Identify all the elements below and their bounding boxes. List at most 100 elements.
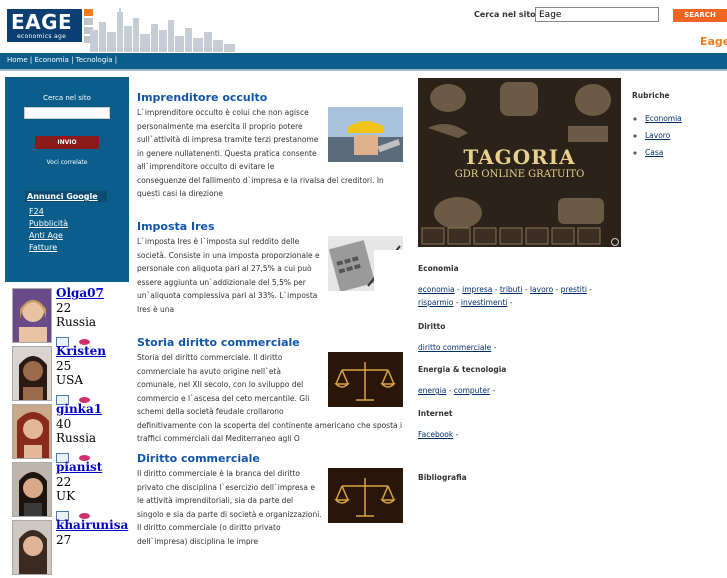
- tag-link[interactable]: tributi: [500, 285, 523, 294]
- tag-link[interactable]: impresa: [462, 285, 492, 294]
- tag-link[interactable]: investimenti: [461, 298, 508, 307]
- profile-country: USA: [56, 373, 83, 387]
- article-title-link[interactable]: Diritto commerciale: [137, 452, 403, 465]
- breadcrumb-separator: |: [29, 56, 33, 64]
- avatar[interactable]: [12, 520, 52, 575]
- tag-link[interactable]: lavoro: [530, 285, 553, 294]
- tag-link[interactable]: energia: [418, 386, 446, 395]
- rubriche-item: Casa: [645, 144, 682, 161]
- profile-age: 22: [56, 475, 72, 489]
- profile-age: 22: [56, 301, 72, 315]
- rubriche-item: Economia: [645, 110, 682, 127]
- profile-age: 25: [56, 359, 72, 373]
- profile-card: pianist 22 UK: [12, 460, 122, 521]
- tag-links: energia - computer -: [418, 386, 496, 395]
- article-body: L`imprenditore occulto è colui che non a…: [137, 106, 403, 201]
- avatar[interactable]: [12, 288, 52, 343]
- rubriche-list: Economia Lavoro Casa: [632, 110, 682, 161]
- sidebar-submit-button[interactable]: INVIO: [35, 136, 99, 149]
- profile-name-link[interactable]: ginka1: [56, 402, 102, 416]
- tag-section-title: Economia: [418, 264, 459, 273]
- tag-link[interactable]: prestiti: [561, 285, 587, 294]
- avatar[interactable]: [12, 404, 52, 459]
- tag-link[interactable]: diritto commerciale: [418, 343, 491, 352]
- breadcrumb-home-link[interactable]: Home: [7, 56, 28, 64]
- article-title-link[interactable]: Storia diritto commerciale: [137, 336, 403, 349]
- article-body: Storia del diritto commerciale. Il dirit…: [137, 351, 403, 446]
- rubriche-link[interactable]: Casa: [645, 148, 663, 157]
- sidebar-search-input[interactable]: [24, 107, 110, 119]
- avatar[interactable]: [12, 462, 52, 517]
- breadcrumb-tecnologia-link[interactable]: Tecnologia: [76, 56, 113, 64]
- breadcrumb: Home | Economia | Tecnologia |: [7, 56, 117, 64]
- article-body: L`imposta Ires è l`imposta sul reddito d…: [137, 235, 403, 316]
- breadcrumb-economia-link[interactable]: Economia: [35, 56, 69, 64]
- tag-section: Energia & tecnologia energia - computer …: [418, 365, 598, 397]
- tagoria-ad-banner[interactable]: TAGORIA GDR ONLINE GRATUITO: [418, 78, 621, 247]
- tag-section: Internet Facebook -: [418, 409, 598, 441]
- profile-name-link[interactable]: khairunisa: [56, 518, 128, 532]
- article-thumbnail[interactable]: [328, 236, 403, 291]
- article-text: L`imposta Ires è l`imposta sul reddito d…: [137, 237, 320, 314]
- ad-title: TAGORIA: [463, 145, 576, 169]
- search-button[interactable]: SEARCH: [673, 9, 727, 22]
- profile-country: Russia: [56, 315, 97, 329]
- logo-text: EAGE: [11, 10, 73, 34]
- profile-country: UK: [56, 489, 76, 503]
- breadcrumb-separator: |: [71, 56, 74, 64]
- tag-link[interactable]: Facebook: [418, 430, 453, 439]
- rubriche-link[interactable]: Economia: [645, 114, 682, 123]
- breadcrumb-bar: Home | Economia | Tecnologia |: [0, 53, 727, 69]
- tag-section: Economia economia - impresa - tributi - …: [418, 264, 598, 309]
- tag-links: diritto commerciale -: [418, 343, 497, 352]
- article-thumbnail[interactable]: [328, 468, 403, 523]
- profile-card: ginka1 40 Russia: [12, 402, 122, 463]
- article-title-link[interactable]: Imposta Ires: [137, 220, 403, 233]
- profile-name-link[interactable]: Kristen: [56, 344, 106, 358]
- city-skyline-graphic: [90, 8, 235, 52]
- tag-link[interactable]: computer: [454, 386, 490, 395]
- voci-correlate-label: Voci correlate: [46, 159, 88, 166]
- sidebar-ad-link[interactable]: F24: [29, 206, 68, 218]
- profile-card: khairunisa 27: [12, 518, 128, 578]
- tag-link[interactable]: economia: [418, 285, 455, 294]
- avatar[interactable]: [12, 346, 52, 401]
- profile-name-link[interactable]: Olga07: [56, 286, 104, 300]
- article-title-link[interactable]: Imprenditore occulto: [137, 91, 403, 104]
- tag-links: economia - impresa - tributi - lavoro - …: [418, 285, 592, 307]
- profile-card: Kristen 25 USA: [12, 344, 122, 405]
- tag-section-title: Bibliografia: [418, 473, 467, 482]
- tag-section: Bibliografia: [418, 473, 598, 492]
- rubriche-link[interactable]: Lavoro: [645, 131, 670, 140]
- profile-name-link[interactable]: pianist: [56, 460, 102, 474]
- sidebar-ad-link[interactable]: Fatture: [29, 242, 68, 254]
- tag-section: Diritto diritto commerciale -: [418, 322, 598, 354]
- search-label: Cerca nel sito: [474, 10, 536, 19]
- sidebar-search-label: Cerca nel sito: [43, 94, 91, 102]
- article: Imposta Ires L`imposta Ires è l`imposta …: [137, 220, 403, 316]
- profile-age: 40: [56, 417, 72, 431]
- rubriche-title: Rubriche: [632, 91, 670, 100]
- sidebar-ad-links: F24 Pubblicità Anti Age Fatture: [29, 206, 68, 254]
- logo-subtitle: economics age: [17, 33, 67, 40]
- article-body: Il diritto commerciale è la branca del d…: [137, 467, 403, 548]
- article-text: Il diritto commerciale è la branca del d…: [137, 469, 322, 546]
- tag-link[interactable]: risparmio: [418, 298, 453, 307]
- ad-subtitle: GDR ONLINE GRATUITO: [454, 169, 585, 180]
- corner-eage-text: Eage: [700, 35, 727, 48]
- logo[interactable]: EAGE economics age: [7, 9, 82, 42]
- article-thumbnail[interactable]: [328, 352, 403, 407]
- article-thumbnail[interactable]: [328, 107, 403, 162]
- tag-section-title: Energia & tecnologia: [418, 365, 507, 374]
- header: EAGE economics age Cerca nel sito SEARCH: [0, 0, 727, 52]
- sidebar-ad-link[interactable]: Anti Age: [29, 230, 68, 242]
- sidebar-ad-link[interactable]: Pubblicità: [29, 218, 68, 230]
- article: Imprenditore occulto L`imprenditore occu…: [137, 91, 403, 201]
- rubriche-item: Lavoro: [645, 127, 682, 144]
- annunci-google-link[interactable]: Annunci Google: [25, 191, 107, 202]
- article: Storia diritto commerciale Storia del di…: [137, 336, 403, 446]
- profiles-list: Olga07 22 Russia Kristen 25 USA ginka1 4…: [12, 286, 128, 578]
- rubriche-box: Rubriche Economia Lavoro Casa: [632, 91, 682, 161]
- search-input[interactable]: [535, 7, 659, 22]
- profile-country: Russia: [56, 431, 97, 445]
